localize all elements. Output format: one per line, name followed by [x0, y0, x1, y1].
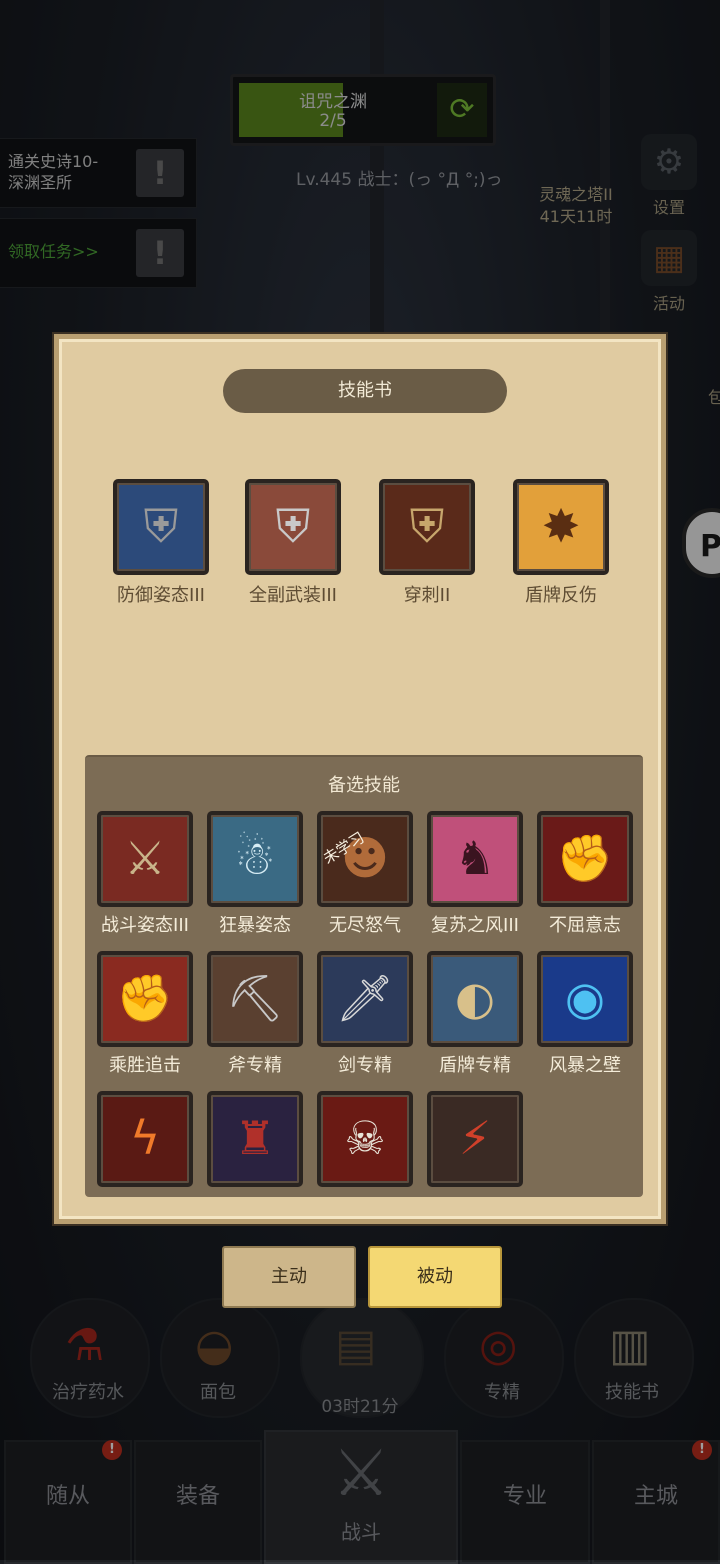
candidate-skill-slot[interactable]: ⚡: [425, 1091, 525, 1187]
skill-name: 复苏之风III: [431, 915, 519, 936]
split-shield-icon: ⛨: [245, 479, 341, 575]
pierced-shield-icon: ⛨: [379, 479, 475, 575]
tab-passive-skills[interactable]: 被动: [368, 1246, 502, 1308]
skill-name: 剑专精: [338, 1055, 392, 1076]
skill-name: 乘胜追击: [109, 1055, 181, 1076]
skill-name: 防御姿态III: [117, 585, 205, 606]
grey-shield-icon: ⛨: [113, 479, 209, 575]
lightning-slash-icon: ϟ: [97, 1091, 193, 1187]
skill-name: 战斗姿态III: [101, 915, 189, 936]
axe-helmet-icon: ⛏: [207, 951, 303, 1047]
skill-name: 穿刺II: [403, 585, 451, 606]
dark-warrior-icon: ♜: [207, 1091, 303, 1187]
skill-name: 狂暴姿态: [219, 915, 291, 936]
equipped-skill-slot[interactable]: ⛨ 全副武装III: [243, 479, 343, 607]
candidates-title: 备选技能: [328, 775, 400, 796]
skill-name: 盾牌专精: [439, 1055, 511, 1076]
candidate-skill-slot[interactable]: ⛏ 斧专精: [205, 951, 305, 1077]
skill-name: 不屈意志: [549, 915, 621, 936]
candidate-skill-slot[interactable]: ✊ 不屈意志: [535, 811, 635, 937]
red-fist-icon: ✊: [537, 811, 633, 907]
candidate-skill-slot[interactable]: ⚔ 战斗姿态III: [95, 811, 195, 937]
sword-icon: 🗡: [317, 951, 413, 1047]
skill-name: 风暴之壁: [549, 1055, 621, 1076]
candidate-skill-slot[interactable]: 🗡 剑专精: [315, 951, 415, 1077]
candidate-skill-slot[interactable]: ♞ 复苏之风III: [425, 811, 525, 937]
skill-name: 斧专精: [228, 1055, 282, 1076]
skill-name: 无尽怒气: [329, 915, 401, 936]
equipped-skill-slot[interactable]: ✸ 盾牌反伤: [511, 479, 611, 607]
skillbook-panel: 技能书 ⛨ 防御姿态III ⛨ 全副武装III ⛨ 穿刺II ✸ 盾牌反伤 备选…: [54, 334, 666, 1224]
skill-name: 盾牌反伤: [525, 585, 597, 606]
crossed-swords-icon: ⚔: [97, 811, 193, 907]
ice-warrior-icon: ☃: [207, 811, 303, 907]
roaring-beast-icon: ☻ 未学习: [317, 811, 413, 907]
tab-active-skills[interactable]: 主动: [222, 1246, 356, 1308]
candidate-skill-slot[interactable]: ☃ 狂暴姿态: [205, 811, 305, 937]
fist-punch-icon: ✊: [97, 951, 193, 1047]
round-shield-icon: ◐: [427, 951, 523, 1047]
candidate-skill-slot[interactable]: ☻ 未学习 无尽怒气: [315, 811, 415, 937]
shield-burst-icon: ✸: [513, 479, 609, 575]
panel-title: 技能书: [223, 369, 507, 413]
claw-strike-icon: ⚡: [427, 1091, 523, 1187]
pink-demon-icon: ♞: [427, 811, 523, 907]
candidate-skill-slot[interactable]: ϟ: [95, 1091, 195, 1187]
candidate-skills-section: 备选技能 ⚔ 战斗姿态III ☃ 狂暴姿态 ☻ 未学习 无尽怒气 ♞ 复苏之风I…: [85, 755, 643, 1197]
candidate-skill-slot[interactable]: ☠: [315, 1091, 415, 1187]
skill-name: 全副武装III: [249, 585, 337, 606]
candidate-skill-slot[interactable]: ✊ 乘胜追击: [95, 951, 195, 1077]
candidate-skill-slot[interactable]: ◐ 盾牌专精: [425, 951, 525, 1077]
bloody-beast-icon: ☠: [317, 1091, 413, 1187]
equipped-skill-slot[interactable]: ⛨ 防御姿态III: [111, 479, 211, 607]
candidate-skill-slot[interactable]: ◉ 风暴之壁: [535, 951, 635, 1077]
equipped-skill-slot[interactable]: ⛨ 穿刺II: [377, 479, 477, 607]
candidate-skill-slot[interactable]: ♜: [205, 1091, 305, 1187]
blue-storm-icon: ◉: [537, 951, 633, 1047]
